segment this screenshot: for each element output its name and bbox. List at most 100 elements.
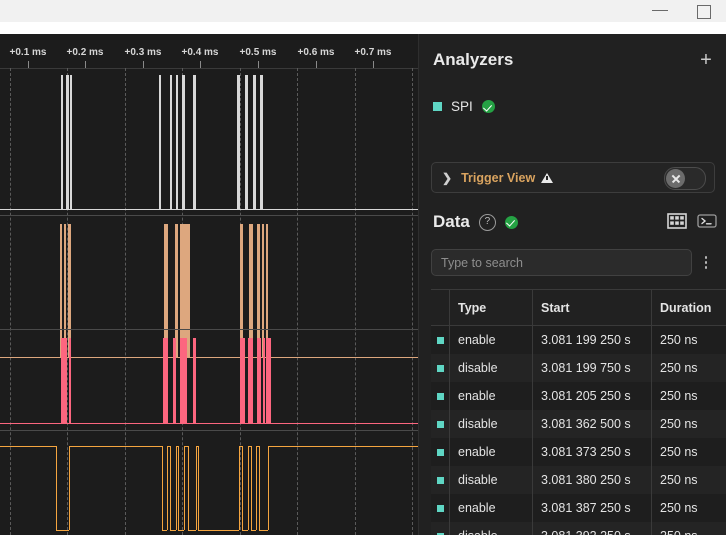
low-seg-3-2 bbox=[170, 530, 176, 531]
table-header-row: Type Start Duration bbox=[431, 289, 726, 326]
row-color-swatch-icon bbox=[436, 337, 444, 344]
pulse-0-7 bbox=[193, 75, 196, 209]
cell-duration: 250 ns bbox=[651, 438, 726, 466]
fall-edge-3-3 bbox=[178, 446, 179, 530]
pulse-2-8 bbox=[257, 338, 261, 423]
high-seg-3-0 bbox=[0, 446, 56, 447]
cell-duration: 250 ns bbox=[651, 466, 726, 494]
analyzer-label: SPI bbox=[451, 99, 473, 114]
ruler-tick-mark-3 bbox=[200, 61, 201, 68]
row-color-swatch-icon bbox=[436, 365, 444, 372]
low-seg-3-6 bbox=[242, 530, 248, 531]
row-color-swatch-icon bbox=[436, 421, 444, 428]
cell-duration: 250 ns bbox=[651, 494, 726, 522]
minimize-button[interactable] bbox=[638, 0, 682, 22]
rise-edge-3-5 bbox=[239, 446, 240, 530]
table-row[interactable]: enable 3.081 199 250 s 250 ns bbox=[431, 325, 726, 354]
data-header: Data ? bbox=[433, 212, 518, 232]
waveform-channel-4[interactable] bbox=[0, 438, 418, 535]
column-header-start[interactable]: Start bbox=[532, 289, 652, 326]
cell-duration: 250 ns bbox=[651, 522, 726, 535]
cell-start: 3.081 199 250 s bbox=[532, 325, 652, 354]
search-row bbox=[431, 249, 713, 276]
table-row[interactable]: disable 3.081 199 750 s 250 ns bbox=[431, 354, 726, 382]
row-marker-cell bbox=[431, 438, 450, 466]
waveform-channel-2[interactable] bbox=[0, 217, 418, 358]
pulse-0-9 bbox=[245, 75, 248, 209]
data-table-container[interactable]: Type Start Duration enable 3.081 199 250 … bbox=[431, 289, 726, 535]
ruler-tick-mark-2 bbox=[143, 61, 144, 68]
column-header-duration[interactable]: Duration bbox=[651, 289, 726, 326]
row-color-swatch-icon bbox=[436, 449, 444, 456]
waveform-channel-3[interactable] bbox=[0, 331, 418, 431]
cell-start: 3.081 380 250 s bbox=[532, 466, 652, 494]
cell-type: enable bbox=[449, 438, 533, 466]
cell-duration: 250 ns bbox=[651, 410, 726, 438]
maximize-icon bbox=[697, 5, 711, 19]
row-marker-cell bbox=[431, 522, 450, 535]
window-titlebar bbox=[0, 0, 726, 22]
column-header-marker[interactable] bbox=[431, 289, 450, 326]
search-input[interactable] bbox=[431, 249, 693, 276]
more-options-icon[interactable] bbox=[699, 253, 713, 273]
table-grid-icon[interactable] bbox=[667, 212, 687, 230]
column-header-type[interactable]: Type bbox=[449, 289, 533, 326]
trigger-view-toggle[interactable] bbox=[664, 167, 706, 190]
low-seg-3-8 bbox=[259, 530, 268, 531]
cell-type: disable bbox=[449, 466, 533, 494]
waveform-channel-1[interactable] bbox=[0, 68, 418, 216]
ruler-tick-label-4: +0.5 ms bbox=[239, 47, 277, 58]
rise-edge-3-6 bbox=[248, 446, 249, 530]
rise-edge-3-4 bbox=[196, 446, 197, 530]
fall-edge-3-5 bbox=[198, 446, 199, 530]
waveform-pane[interactable]: s +0.1 ms+0.2 ms+0.3 ms+0.4 ms+0.5 ms+0.… bbox=[0, 34, 418, 535]
check-circle-icon bbox=[481, 100, 495, 113]
pulse-0-6 bbox=[182, 75, 185, 209]
row-color-swatch-icon bbox=[436, 477, 444, 484]
ruler-tick-label-2: +0.3 ms bbox=[124, 47, 162, 58]
cell-start: 3.081 373 250 s bbox=[532, 438, 652, 466]
help-icon[interactable]: ? bbox=[478, 213, 496, 231]
pulse-0-4 bbox=[170, 75, 172, 209]
ruler-tick-label-0: +0.1 ms bbox=[9, 47, 47, 58]
high-seg-3-end bbox=[268, 446, 418, 447]
trigger-view-row[interactable]: ❯ Trigger View bbox=[431, 162, 715, 193]
table-row[interactable]: enable 3.081 205 250 s 250 ns bbox=[431, 382, 726, 410]
pulse-0-10 bbox=[253, 75, 256, 209]
pulse-0-8 bbox=[237, 75, 240, 209]
pulse-2-4 bbox=[180, 338, 187, 423]
low-seg-3-1 bbox=[162, 530, 167, 531]
terminal-icon[interactable] bbox=[697, 212, 717, 230]
timeline-ruler[interactable]: s +0.1 ms+0.2 ms+0.3 ms+0.4 ms+0.5 ms+0.… bbox=[0, 34, 418, 69]
window-controls bbox=[638, 0, 726, 22]
row-marker-cell bbox=[431, 466, 450, 494]
minimize-icon bbox=[652, 10, 668, 11]
table-row[interactable]: disable 3.081 380 250 s 250 ns bbox=[431, 466, 726, 494]
data-title: Data bbox=[433, 212, 470, 231]
add-analyzer-button[interactable]: + bbox=[697, 50, 715, 70]
warning-triangle-icon bbox=[541, 172, 554, 183]
row-color-swatch-icon bbox=[436, 393, 444, 400]
low-seg-3-0 bbox=[56, 530, 69, 531]
rise-edge-3-1 bbox=[167, 446, 168, 530]
fall-edge-3-8 bbox=[259, 446, 260, 530]
data-table-body: enable 3.081 199 250 s 250 ns disable 3.081 … bbox=[431, 325, 726, 535]
channel-separator-1 bbox=[0, 329, 418, 330]
table-row[interactable]: enable 3.081 373 250 s 250 ns bbox=[431, 438, 726, 466]
analyzers-header: Analyzers bbox=[433, 50, 513, 70]
maximize-button[interactable] bbox=[682, 0, 726, 22]
high-seg-3-1 bbox=[69, 446, 162, 447]
row-color-swatch-icon bbox=[436, 505, 444, 512]
chevron-right-icon[interactable]: ❯ bbox=[442, 171, 452, 185]
pulse-0-0 bbox=[61, 75, 63, 209]
table-row[interactable]: enable 3.081 387 250 s 250 ns bbox=[431, 494, 726, 522]
fall-edge-3-0 bbox=[56, 446, 57, 530]
analyzer-item-spi[interactable]: SPI bbox=[433, 99, 495, 114]
pulse-2-2 bbox=[163, 338, 168, 423]
table-row[interactable]: disable 3.081 362 500 s 250 ns bbox=[431, 410, 726, 438]
fall-edge-3-4 bbox=[188, 446, 189, 530]
low-seg-3-4 bbox=[188, 530, 196, 531]
table-row[interactable]: disable3.081 392 250 s250 ns bbox=[431, 522, 726, 535]
rise-edge-3-2 bbox=[176, 446, 177, 530]
cell-type: disable bbox=[449, 354, 533, 382]
